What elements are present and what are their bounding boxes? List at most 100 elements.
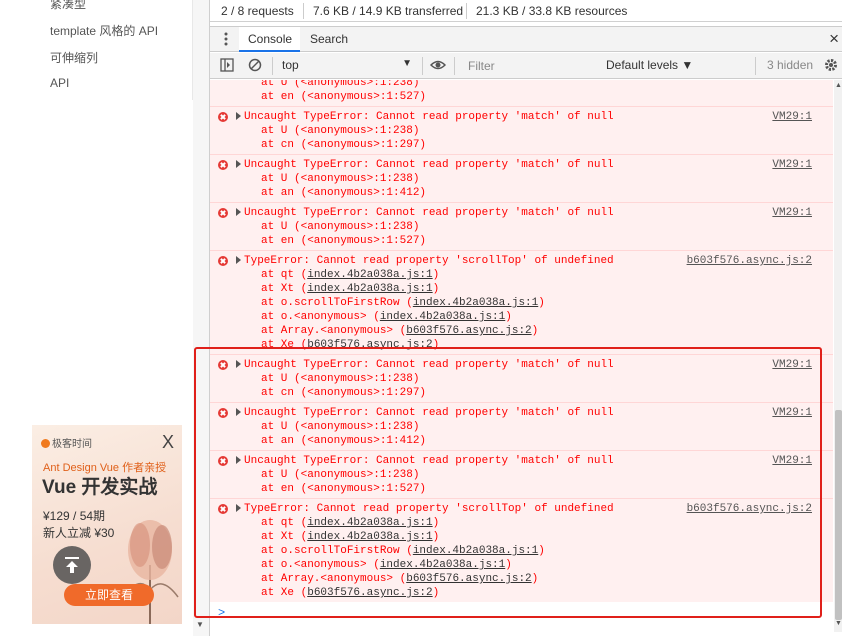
network-summary-bar: 2 / 8 requests 7.6 KB / 14.9 KB transfer…	[210, 0, 842, 22]
error-icon	[218, 208, 228, 218]
error-icon	[218, 360, 228, 370]
stack-frame: at U (<anonymous>:1:238)	[261, 221, 420, 233]
source-link[interactable]: VM29:1	[772, 206, 812, 220]
nav-link-compact[interactable]: 紧凑型	[50, 0, 86, 12]
drawer-tab-bar: Console Search ×	[210, 26, 842, 52]
console-prompt[interactable]: >	[218, 606, 225, 620]
console-error-message[interactable]: Uncaught TypeError: Cannot read property…	[210, 402, 833, 450]
error-icon	[218, 256, 228, 266]
source-link[interactable]: VM29:1	[772, 454, 812, 468]
source-link[interactable]: VM29:1	[772, 358, 812, 372]
nav-link-template-api[interactable]: template 风格的 API	[50, 22, 158, 39]
resources-size: 21.3 KB / 33.8 KB resources	[476, 4, 628, 18]
source-link[interactable]: b603f576.async.js:2	[687, 254, 812, 268]
context-value: top	[282, 58, 299, 72]
scrollbar-thumb[interactable]	[835, 410, 842, 620]
error-text: Uncaught TypeError: Cannot read property…	[244, 111, 614, 123]
console-scrollbar[interactable]: ▲ ▼	[834, 80, 842, 632]
stack-frame: at o.scrollToFirstRow (index.4b2a038a.js…	[261, 545, 545, 557]
arrow-up-icon	[65, 557, 79, 573]
expand-triangle-icon[interactable]	[236, 360, 241, 368]
stack-frame: at qt (index.4b2a038a.js:1)	[261, 517, 440, 529]
error-text: Uncaught TypeError: Cannot read property…	[244, 455, 614, 467]
expand-triangle-icon[interactable]	[236, 256, 241, 264]
stack-frame: at cn (<anonymous>:1:297)	[261, 387, 427, 399]
hidden-count: 3 hidden	[767, 58, 814, 72]
docs-page: 紧凑型 template 风格的 API 可伸缩列 API 极客时间 X Ant…	[0, 0, 193, 636]
error-icon	[218, 456, 228, 466]
expand-triangle-icon[interactable]	[236, 160, 241, 168]
stack-frame: at o.<anonymous> (index.4b2a038a.js:1)	[261, 311, 512, 323]
divider	[303, 3, 304, 19]
console-error-message[interactable]: Uncaught TypeError: Cannot read property…	[210, 106, 833, 154]
stack-frame: at Array.<anonymous> (b603f576.async.js:…	[261, 573, 539, 585]
gear-icon[interactable]	[824, 58, 838, 72]
sidebar-toggle-icon[interactable]	[220, 58, 234, 72]
stack-frame: at U (<anonymous>:1:238)	[261, 469, 420, 481]
stack-frame: at Array.<anonymous> (b603f576.async.js:…	[261, 325, 539, 337]
console-error-message[interactable]: Uncaught TypeError: Cannot read property…	[210, 202, 833, 250]
ad-banner[interactable]: 极客时间 X Ant Design Vue 作者亲授 Vue 开发实战 ¥129…	[32, 425, 182, 624]
source-link[interactable]: VM29:1	[772, 406, 812, 420]
expand-triangle-icon[interactable]	[236, 456, 241, 464]
context-select[interactable]: top ▼	[282, 58, 412, 72]
tab-console-label: Console	[248, 32, 293, 46]
filter-input[interactable]	[460, 57, 590, 75]
stack-frame: at en (<anonymous>:1:527)	[261, 483, 427, 495]
divider	[422, 57, 423, 75]
close-icon[interactable]: ×	[829, 29, 839, 49]
error-icon	[218, 408, 228, 418]
nav-link-api[interactable]: API	[50, 76, 69, 90]
eye-icon[interactable]	[430, 58, 446, 72]
source-link[interactable]: VM29:1	[772, 110, 812, 124]
error-text: Uncaught TypeError: Cannot read property…	[244, 359, 614, 371]
stack-frame: at an (<anonymous>:1:412)	[261, 435, 427, 447]
stack-frame: at Xt (index.4b2a038a.js:1)	[261, 531, 440, 543]
ad-price: ¥129 / 54期	[43, 509, 106, 523]
tab-search[interactable]: Search	[310, 32, 348, 46]
stack-frame: at cn (<anonymous>:1:297)	[261, 139, 427, 151]
ad-view-button[interactable]: 立即查看	[64, 584, 154, 606]
stack-frame: at qt (index.4b2a038a.js:1)	[261, 269, 440, 281]
stack-frame: at Xe (b603f576.async.js:2)	[261, 339, 440, 351]
source-link[interactable]: VM29:1	[772, 158, 812, 172]
docs-nav: 紧凑型 template 风格的 API 可伸缩列 API	[0, 0, 193, 100]
panel-resizer[interactable]: ▼	[193, 0, 209, 636]
tab-console[interactable]: Console	[239, 27, 300, 52]
stack-frame: at an (<anonymous>:1:412)	[261, 187, 427, 199]
ad-title: Vue 开发实战	[42, 477, 158, 498]
console-error-message[interactable]: Uncaught TypeError: Cannot read property…	[210, 154, 833, 202]
stack-frame: at en (<anonymous>:1:527)	[261, 235, 427, 247]
divider	[755, 57, 756, 75]
console-error-message[interactable]: at U (<anonymous>:1:238) at en (<anonymou…	[210, 80, 833, 106]
triangle-down-icon: ▼	[196, 620, 204, 629]
expand-triangle-icon[interactable]	[236, 208, 241, 216]
triangle-down-icon[interactable]: ▼	[835, 620, 842, 627]
ad-close-button[interactable]: X	[162, 433, 174, 451]
stack-frame: at U (<anonymous>:1:238)	[261, 80, 420, 89]
expand-triangle-icon[interactable]	[236, 112, 241, 120]
console-error-message[interactable]: Uncaught TypeError: Cannot read property…	[210, 354, 833, 402]
triangle-up-icon[interactable]: ▲	[835, 82, 842, 89]
console-error-message[interactable]: TypeError: Cannot read property 'scrollT…	[210, 250, 833, 354]
stack-frame: at U (<anonymous>:1:238)	[261, 373, 420, 385]
error-text: Uncaught TypeError: Cannot read property…	[244, 207, 614, 219]
expand-triangle-icon[interactable]	[236, 504, 241, 512]
source-link[interactable]: b603f576.async.js:2	[687, 502, 812, 516]
expand-triangle-icon[interactable]	[236, 408, 241, 416]
console-error-message[interactable]: TypeError: Cannot read property 'scrollT…	[210, 498, 833, 602]
transferred-size: 7.6 KB / 14.9 KB transferred	[313, 4, 464, 18]
console-toolbar: top ▼ Default levels ▼ 3 hidden	[210, 53, 842, 79]
stack-frame: at en (<anonymous>:1:527)	[261, 91, 427, 103]
console-error-message[interactable]: Uncaught TypeError: Cannot read property…	[210, 450, 833, 498]
devtools-panel: 2 / 8 requests 7.6 KB / 14.9 KB transfer…	[209, 0, 842, 636]
clear-console-icon[interactable]	[248, 58, 262, 72]
back-to-top-button[interactable]	[53, 546, 91, 584]
error-icon	[218, 112, 228, 122]
error-text: TypeError: Cannot read property 'scrollT…	[244, 255, 614, 267]
error-text: Uncaught TypeError: Cannot read property…	[244, 407, 614, 419]
ad-discount: 新人立减 ¥30	[43, 526, 115, 540]
log-levels-dropdown[interactable]: Default levels ▼	[606, 58, 693, 72]
kebab-menu-icon[interactable]	[220, 31, 232, 47]
nav-link-resizable-columns[interactable]: 可伸缩列	[50, 49, 98, 66]
